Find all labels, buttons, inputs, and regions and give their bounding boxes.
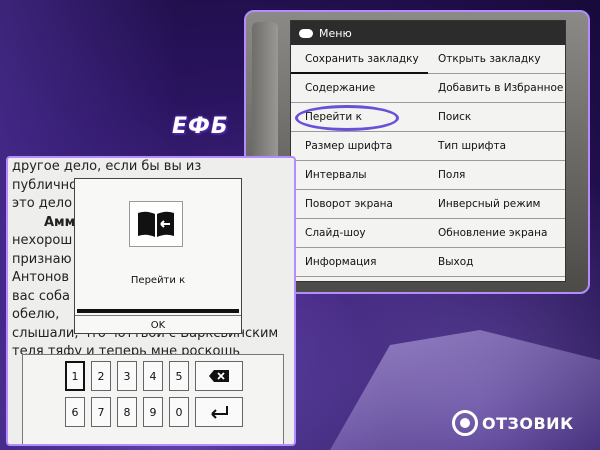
key-2[interactable]: 2 <box>91 361 111 391</box>
backspace-key[interactable] <box>195 361 243 391</box>
menu-title: Меню <box>319 26 352 40</box>
ereader-left: другое дело, если бы вы из публично это … <box>6 156 296 446</box>
key-6[interactable]: 6 <box>65 397 85 427</box>
dialog-divider <box>77 309 239 313</box>
key-4[interactable]: 4 <box>143 361 163 391</box>
otzovik-logo: ОТЗОВИК <box>452 410 574 436</box>
highlight-circle <box>295 105 399 131</box>
numeric-keypad: 1 2 3 4 5 6 7 8 9 0 <box>22 354 284 444</box>
menu-item-search[interactable]: Поиск <box>428 103 565 132</box>
menu-item-open-bookmark[interactable]: Открыть закладку <box>428 45 565 74</box>
otzovik-ring-icon <box>452 410 478 436</box>
backspace-icon <box>209 370 229 382</box>
menu-item-font-type[interactable]: Тип шрифта <box>428 132 565 161</box>
enter-key[interactable] <box>195 397 243 427</box>
book-goto-icon <box>129 201 183 247</box>
key-9[interactable]: 9 <box>143 397 163 427</box>
menu-item-margins[interactable]: Поля <box>428 161 565 190</box>
goto-dialog: Перейти к OK <box>74 178 242 334</box>
menu-screen: Меню Сохранить закладку Открыть закладку… <box>290 20 566 282</box>
efb-logo: ЕФБ <box>172 114 229 139</box>
menu-item-save-bookmark[interactable]: Сохранить закладку <box>291 45 428 74</box>
menu-item-exit[interactable]: Выход <box>428 248 565 277</box>
text-line: другое дело, если бы вы из <box>12 159 202 174</box>
menu-item-contents[interactable]: Содержание <box>291 74 428 103</box>
menu-item-refresh-screen[interactable]: Обновление экрана <box>428 219 565 248</box>
menu-item-slideshow[interactable]: Слайд-шоу <box>291 219 428 248</box>
key-1[interactable]: 1 <box>65 361 85 391</box>
key-3[interactable]: 3 <box>117 361 137 391</box>
menu-header: Меню <box>291 21 565 45</box>
enter-icon <box>211 406 228 419</box>
key-0[interactable]: 0 <box>169 397 189 427</box>
goto-dialog-label: Перейти к <box>130 275 186 286</box>
menu-grid: Сохранить закладку Открыть закладку Соде… <box>291 45 565 277</box>
ok-button[interactable]: OK <box>75 315 241 335</box>
menu-item-add-favorites[interactable]: Добавить в Избранное <box>428 74 565 103</box>
menu-indicator-icon <box>299 28 313 38</box>
menu-item-font-size[interactable]: Размер шрифта <box>291 132 428 161</box>
key-7[interactable]: 7 <box>91 397 111 427</box>
key-5[interactable]: 5 <box>169 361 189 391</box>
otzovik-wordmark: ОТЗОВИК <box>482 413 574 433</box>
key-8[interactable]: 8 <box>117 397 137 427</box>
menu-item-goto[interactable]: Перейти к <box>291 103 428 132</box>
menu-item-intervals[interactable]: Интервалы <box>291 161 428 190</box>
menu-item-rotate-screen[interactable]: Поворот экрана <box>291 190 428 219</box>
menu-item-info[interactable]: Информация <box>291 248 428 277</box>
menu-item-invert-mode[interactable]: Инверсный режим <box>428 190 565 219</box>
